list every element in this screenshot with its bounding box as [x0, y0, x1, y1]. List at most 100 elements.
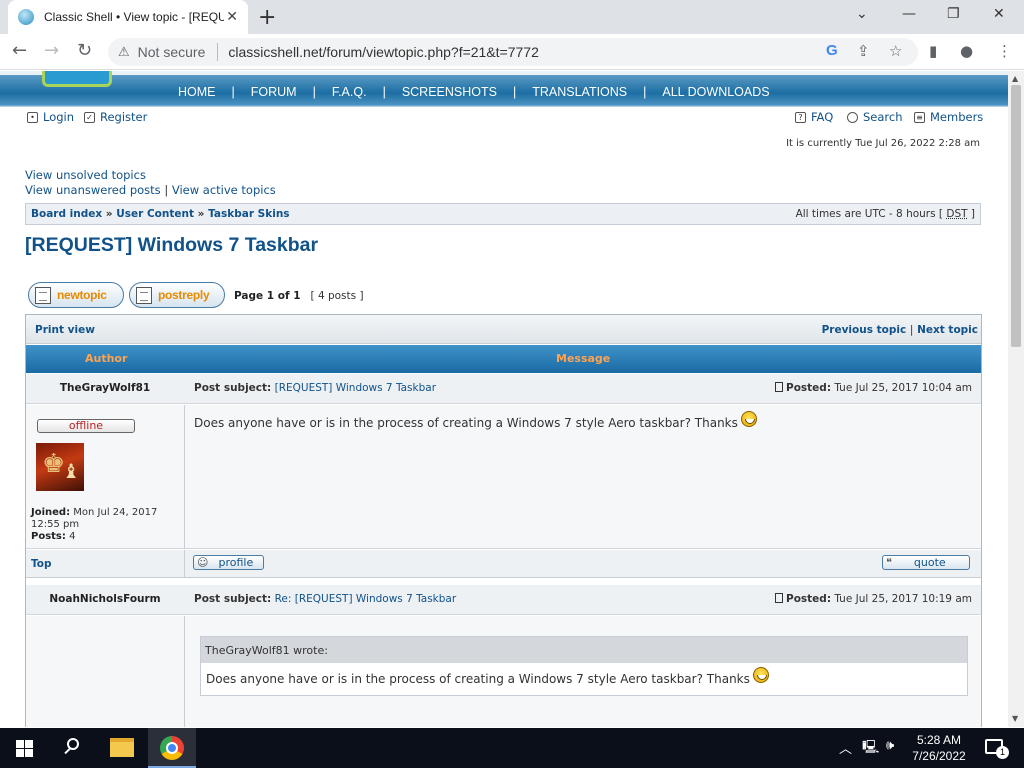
breadcrumb-user-content[interactable]: User Content — [116, 208, 194, 220]
post-subject-row: TheGrayWolf81 Post subject: [REQUEST] Wi… — [26, 374, 981, 404]
faq-link[interactable]: ? FAQ — [795, 110, 833, 124]
next-topic-link[interactable]: Next topic — [917, 324, 978, 336]
post-icon[interactable] — [775, 382, 783, 392]
link-separator: | — [164, 183, 169, 197]
volume-icon[interactable]: 🕪 — [886, 738, 894, 753]
tab-close-icon[interactable]: ✕ — [226, 9, 238, 25]
post-author[interactable]: NoahNicholsFourm — [26, 593, 184, 605]
column-divider — [184, 616, 185, 727]
show-hidden-icons-chevron-icon[interactable]: ︿ — [839, 738, 852, 757]
share-icon[interactable]: ⇪ — [857, 42, 870, 60]
page-indicator: Page 1 of 1 — [234, 290, 301, 302]
new-topic-button[interactable]: newtopic — [28, 282, 124, 308]
unsolved-topics-link[interactable]: View unsolved topics — [25, 168, 146, 182]
chrome-icon[interactable] — [160, 736, 184, 760]
members-icon: ≡ — [914, 111, 925, 123]
subject-label: Post subject: — [194, 593, 272, 605]
register-link[interactable]: ✓ Register — [84, 110, 147, 124]
login-link[interactable]: • Login — [27, 110, 74, 124]
new-tab-button[interactable]: + — [258, 5, 276, 30]
restore-button[interactable]: ❐ — [947, 6, 960, 22]
profile-button[interactable]: ☺ profile — [193, 555, 264, 570]
nav-separator: | — [643, 85, 647, 99]
table-header-row: Author Message — [26, 345, 981, 373]
site-favicon-icon — [18, 9, 34, 25]
forward-button[interactable]: → — [44, 40, 59, 61]
author-info: Joined: Mon Jul 24, 2017 12:55 pm Posts:… — [31, 507, 184, 543]
post-reply-button[interactable]: postreply — [129, 282, 225, 308]
browser-tab[interactable]: Classic Shell • View topic - [REQUEST] W… — [8, 0, 248, 34]
active-topics-link[interactable]: View active topics — [172, 183, 276, 197]
clock-time: 5:28 AM — [916, 733, 962, 747]
site-header: HOME | FORUM | F.A.Q. | SCREENSHOTS | TR… — [0, 71, 1008, 107]
windows-start-icon[interactable] — [16, 740, 33, 757]
print-view-link[interactable]: Print view — [35, 324, 95, 336]
taskbar-clock[interactable]: 5:28 AM 7/26/2022 — [906, 732, 972, 764]
search-label[interactable]: Search — [863, 110, 903, 124]
breadcrumb-taskbar-skins[interactable]: Taskbar Skins — [208, 208, 289, 220]
quote-text: Does anyone have or is in the process of… — [206, 672, 750, 686]
side-panel-icon[interactable]: ▮ — [929, 42, 937, 60]
tab-search-icon[interactable]: ⌄ — [856, 6, 868, 22]
posts-label: Posts: — [31, 531, 66, 542]
members-label[interactable]: Members — [930, 110, 983, 124]
page-scrollbar[interactable]: ▲ ▼ — [1008, 71, 1024, 727]
subject-link[interactable]: Re: [REQUEST] Windows 7 Taskbar — [275, 593, 457, 605]
back-to-top-link[interactable]: Top — [31, 558, 52, 570]
nav-screenshots[interactable]: SCREENSHOTS — [402, 85, 497, 99]
breadcrumb-board-index[interactable]: Board index — [31, 208, 102, 220]
browser-toolbar: ← → ↻ ⚠ Not secure classicshell.net/foru… — [0, 34, 1024, 70]
breadcrumb: Board index » User Content » Taskbar Ski… — [31, 208, 290, 220]
post-message: Does anyone have or is in the process of… — [194, 416, 738, 430]
profile-avatar-icon[interactable]: ● — [960, 42, 973, 60]
nav-home[interactable]: HOME — [178, 85, 216, 99]
nav-forum[interactable]: FORUM — [251, 85, 297, 99]
column-divider — [184, 405, 185, 549]
pagination: Page 1 of 1 [ 4 posts ] — [234, 290, 364, 302]
post-icon[interactable] — [775, 593, 783, 603]
page-viewport: HOME | FORUM | F.A.Q. | SCREENSHOTS | TR… — [0, 71, 1008, 727]
register-label[interactable]: Register — [100, 110, 147, 124]
search-link[interactable]: Search — [847, 110, 903, 124]
file-explorer-icon[interactable] — [110, 738, 134, 757]
status-badge: offline — [37, 419, 135, 433]
quote-bubble-icon: ❝ — [886, 556, 892, 569]
nav-all-downloads[interactable]: ALL DOWNLOADS — [662, 85, 769, 99]
post-footer-row: Top ☺ profile ❝ quote — [26, 550, 981, 578]
previous-topic-link[interactable]: Previous topic — [822, 324, 907, 336]
profile-label: profile — [218, 556, 254, 569]
message-column-header: Message — [556, 352, 611, 365]
subject-link[interactable]: [REQUEST] Windows 7 Taskbar — [275, 382, 436, 394]
warning-icon[interactable]: ⚠ — [118, 44, 130, 60]
close-window-button[interactable]: ✕ — [993, 6, 1005, 22]
browser-menu-icon[interactable]: ⋮ — [997, 42, 1012, 60]
posted-label: Posted: — [786, 593, 832, 605]
post-subject: Post subject: [REQUEST] Windows 7 Taskba… — [194, 382, 436, 394]
google-lens-icon[interactable]: G — [826, 42, 838, 59]
timezone-info: All times are UTC - 8 hours [ DST ] — [796, 208, 975, 220]
document-icon — [35, 286, 51, 304]
scrollbar-thumb[interactable] — [1011, 85, 1021, 347]
site-logo[interactable] — [42, 71, 112, 87]
scroll-up-arrow-icon[interactable]: ▲ — [1012, 74, 1018, 83]
page-title[interactable]: [REQUEST] Windows 7 Taskbar — [25, 234, 318, 257]
post-author[interactable]: TheGrayWolf81 — [26, 382, 184, 394]
back-button[interactable]: ← — [12, 40, 27, 61]
faq-label[interactable]: FAQ — [811, 110, 833, 124]
quote-button[interactable]: ❝ quote — [882, 555, 970, 570]
minimize-button[interactable]: — — [902, 6, 916, 22]
members-link[interactable]: ≡ Members — [914, 110, 983, 124]
login-label[interactable]: Login — [43, 110, 74, 124]
nav-faq[interactable]: F.A.Q. — [332, 85, 367, 99]
scroll-down-arrow-icon[interactable]: ▼ — [1012, 714, 1018, 723]
taskbar-search-icon[interactable] — [62, 737, 82, 757]
network-icon[interactable]: 🖳 — [862, 738, 879, 760]
url-text[interactable]: classicshell.net/forum/viewtopic.php?f=2… — [228, 44, 539, 60]
security-label[interactable]: Not secure — [138, 44, 206, 60]
unanswered-posts-link[interactable]: View unanswered posts — [25, 183, 161, 197]
search-icon — [847, 111, 858, 123]
reload-button[interactable]: ↻ — [77, 40, 92, 61]
bookmark-star-icon[interactable]: ☆ — [889, 42, 902, 60]
address-bar[interactable]: ⚠ Not secure classicshell.net/forum/view… — [108, 38, 918, 66]
nav-translations[interactable]: TRANSLATIONS — [532, 85, 627, 99]
